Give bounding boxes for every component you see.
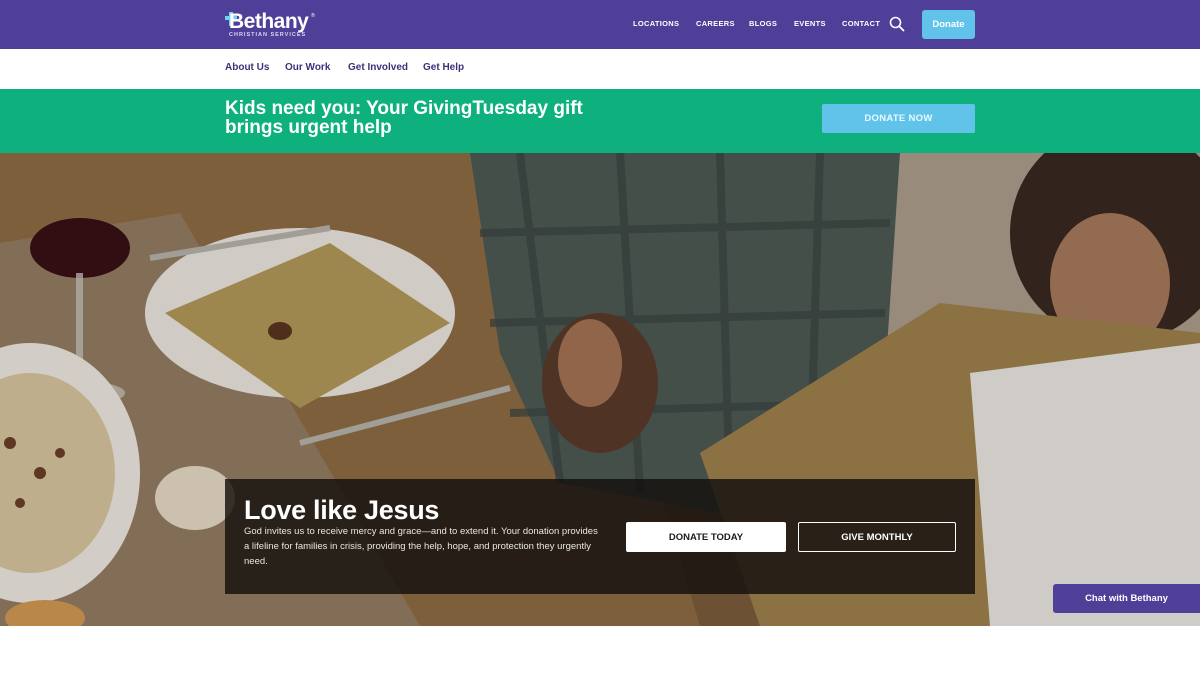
logo-trademark: ®: [311, 13, 315, 19]
chat-with-bethany-button[interactable]: Chat with Bethany: [1053, 584, 1200, 613]
hero-description: God invites us to receive mercy and grac…: [244, 526, 598, 567]
topnav-careers[interactable]: CAREERS: [696, 19, 735, 28]
subnav-get-involved[interactable]: Get Involved: [348, 62, 408, 73]
topnav-events[interactable]: EVENTS: [794, 19, 826, 28]
give-monthly-button[interactable]: GIVE MONTHLY: [798, 522, 956, 552]
giving-tuesday-banner: Kids need you: Your GivingTuesday gift b…: [0, 89, 1200, 153]
subnav-get-help[interactable]: Get Help: [423, 62, 464, 73]
secondary-nav: About Us Our Work Get Involved Get Help: [0, 49, 1200, 89]
topnav-contact[interactable]: CONTACT: [842, 19, 880, 28]
topnav-blogs[interactable]: BLOGS: [749, 19, 777, 28]
search-icon[interactable]: [889, 16, 905, 32]
donate-button[interactable]: Donate: [922, 10, 975, 39]
subnav-our-work[interactable]: Our Work: [285, 62, 330, 73]
top-bar: Bethany ® CHRISTIAN SERVICES LOCATIONS C…: [0, 0, 1200, 49]
logo-name: Bethany: [229, 10, 309, 33]
donate-now-button[interactable]: DONATE NOW: [822, 104, 975, 133]
topnav-locations[interactable]: LOCATIONS: [633, 19, 679, 28]
subnav-about-us[interactable]: About Us: [225, 62, 269, 73]
hero-title: Love like Jesus: [244, 495, 440, 525]
logo-subtitle: CHRISTIAN SERVICES: [229, 32, 307, 38]
banner-title: Kids need you: Your GivingTuesday gift b…: [225, 98, 583, 138]
donate-today-button[interactable]: DONATE TODAY: [626, 522, 786, 552]
hero-card: Love like Jesus God invites us to receiv…: [225, 479, 975, 594]
bethany-logo[interactable]: Bethany ® CHRISTIAN SERVICES: [225, 11, 315, 39]
